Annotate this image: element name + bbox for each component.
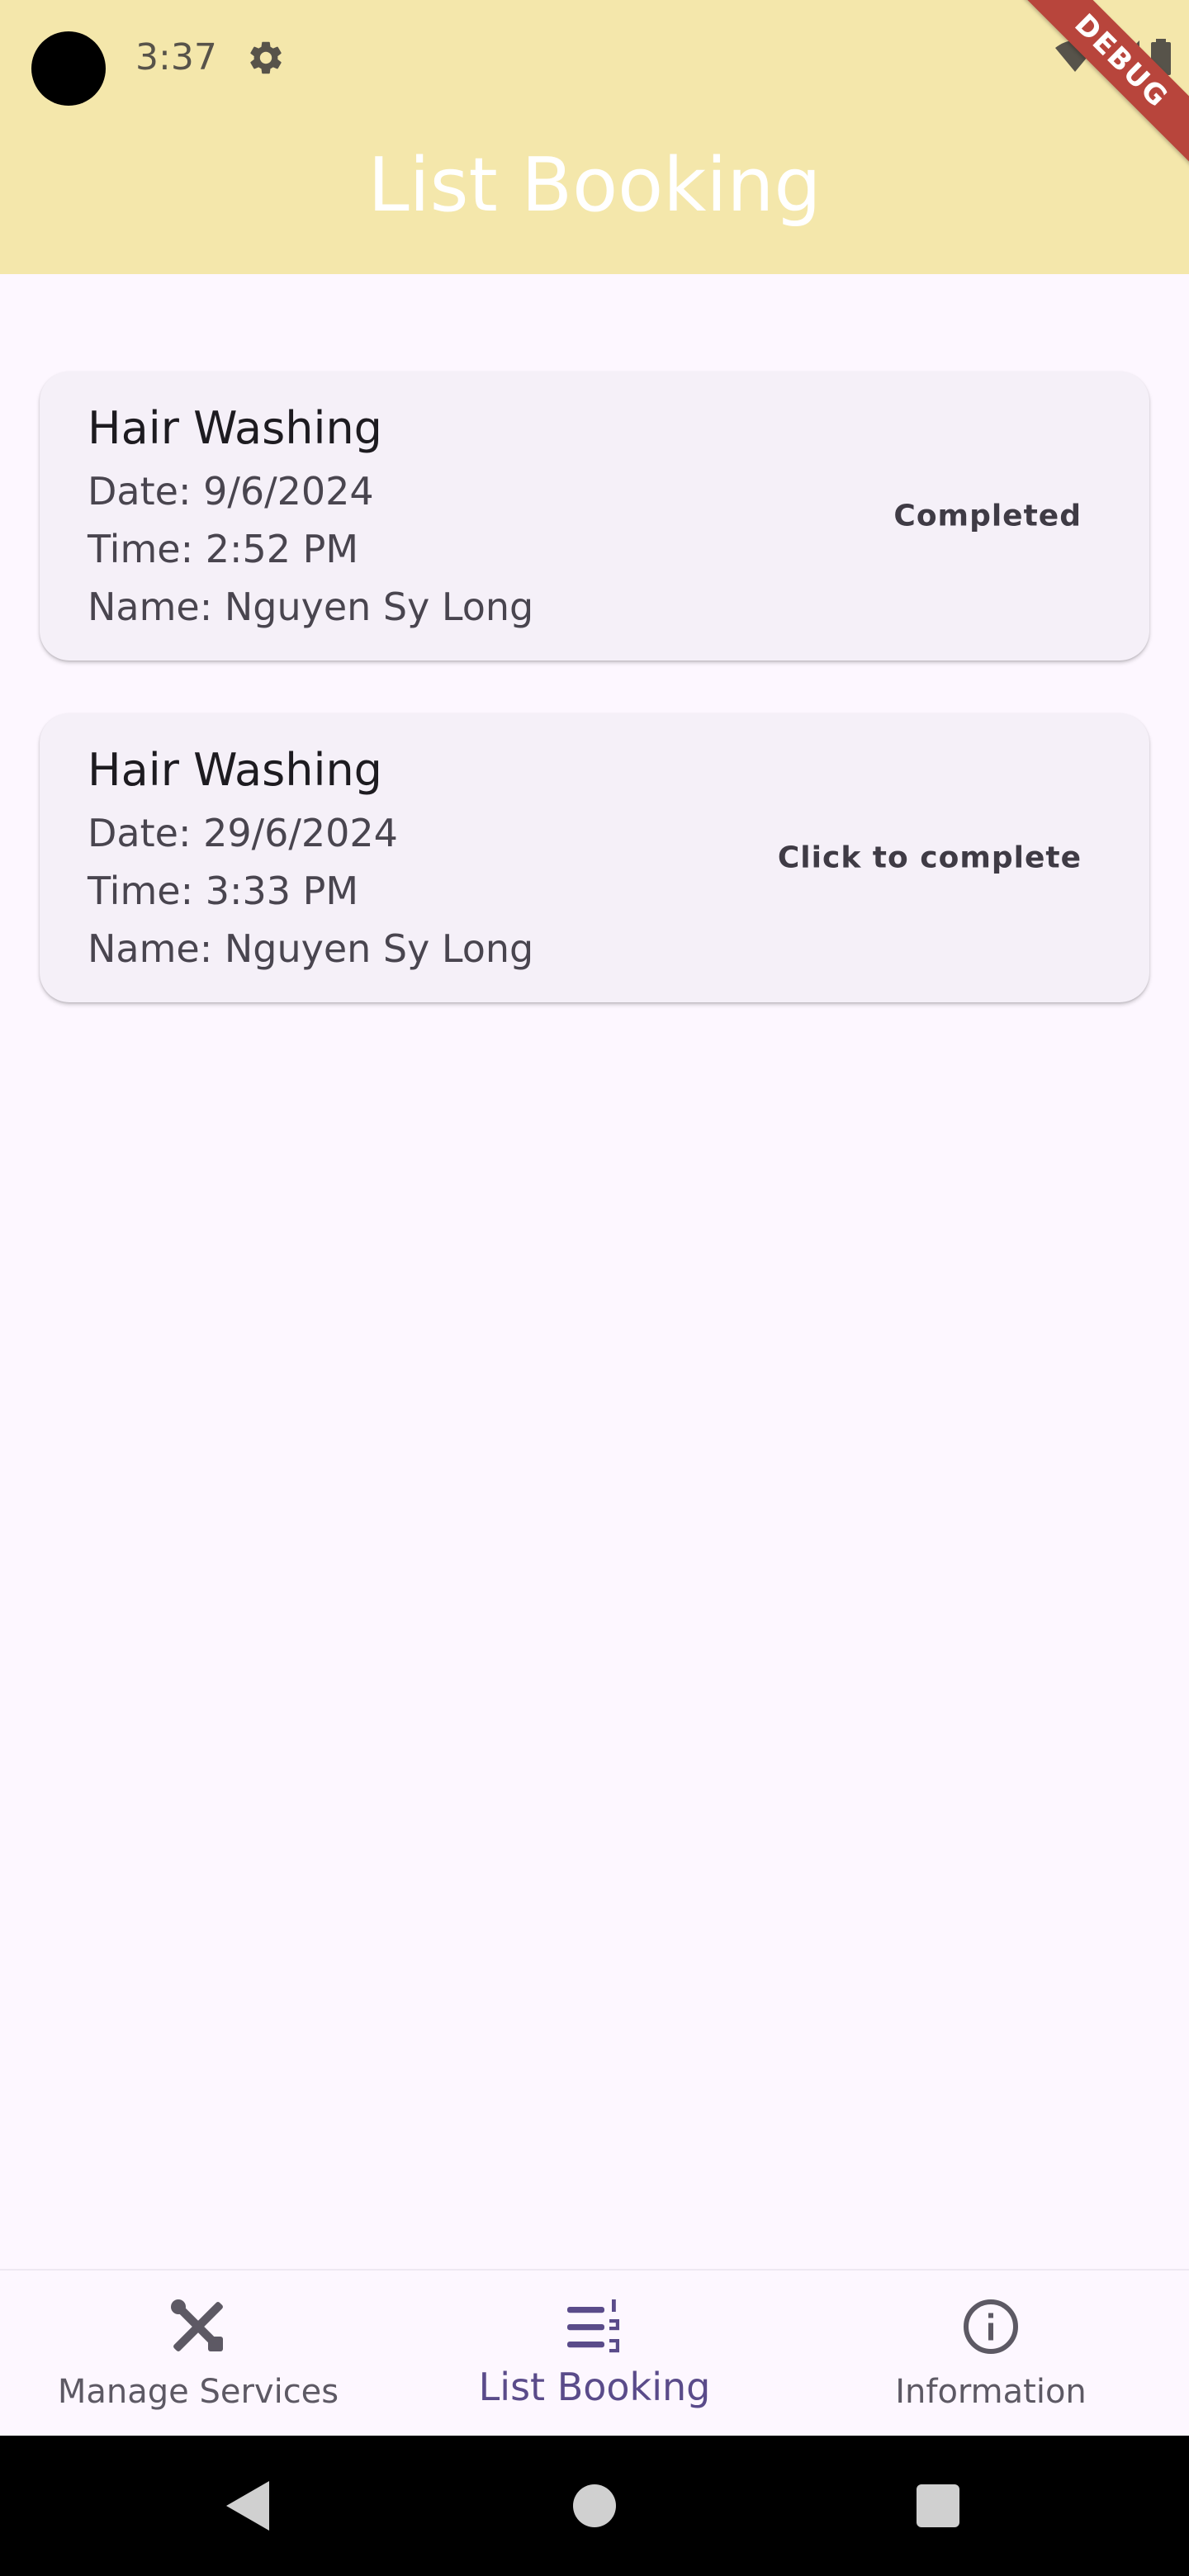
booking-card: Hair Washing Date: 9/6/2024 Time: 2:52 P… <box>40 372 1149 661</box>
page-title: List Booking <box>367 142 822 229</box>
home-icon[interactable] <box>573 2484 616 2527</box>
nav-item-list-booking[interactable]: List Booking <box>396 2271 793 2437</box>
booking-info: Hair Washing Date: 9/6/2024 Time: 2:52 P… <box>88 400 533 636</box>
info-icon <box>964 2299 1018 2354</box>
booking-customer-name: Name: Nguyen Sy Long <box>88 926 534 971</box>
nav-label-list-booking: List Booking <box>478 2365 711 2409</box>
booking-date: Date: 29/6/2024 <box>88 811 398 855</box>
nav-item-manage-services[interactable]: Manage Services <box>0 2271 396 2437</box>
nav-label-information: Information <box>895 2373 1087 2411</box>
tools-icon <box>171 2299 223 2351</box>
click-to-complete-button[interactable]: Click to complete <box>778 841 1082 875</box>
booking-date: Date: 9/6/2024 <box>88 469 374 514</box>
nav-label-manage-services: Manage Services <box>57 2373 339 2411</box>
booking-info: Hair Washing Date: 29/6/2024 Time: 3:33 … <box>88 741 533 978</box>
status-time: 3:37 <box>135 36 217 78</box>
app-bar: 3:37 DEBUG List Booking <box>0 0 1189 274</box>
system-navigation-bar <box>0 2436 1189 2576</box>
booking-card: Hair Washing Date: 29/6/2024 Time: 3:33 … <box>40 713 1149 1002</box>
camera-cutout <box>31 31 106 106</box>
booking-service: Hair Washing <box>88 402 382 454</box>
back-icon[interactable] <box>226 2481 272 2531</box>
recent-apps-icon[interactable] <box>917 2484 959 2527</box>
booking-service: Hair Washing <box>88 744 382 796</box>
format-list-numbered-icon <box>567 2299 619 2353</box>
settings-gear-icon <box>250 41 282 74</box>
completed-status-button[interactable]: Completed <box>893 500 1082 533</box>
bottom-navigation: Manage Services List Booking Information <box>0 2269 1189 2437</box>
booking-customer-name: Name: Nguyen Sy Long <box>88 585 534 629</box>
booking-time: Time: 2:52 PM <box>88 527 359 571</box>
booking-time: Time: 3:33 PM <box>88 869 359 913</box>
booking-list: Hair Washing Date: 9/6/2024 Time: 2:52 P… <box>40 372 1149 1055</box>
nav-item-information[interactable]: Information <box>793 2271 1189 2437</box>
